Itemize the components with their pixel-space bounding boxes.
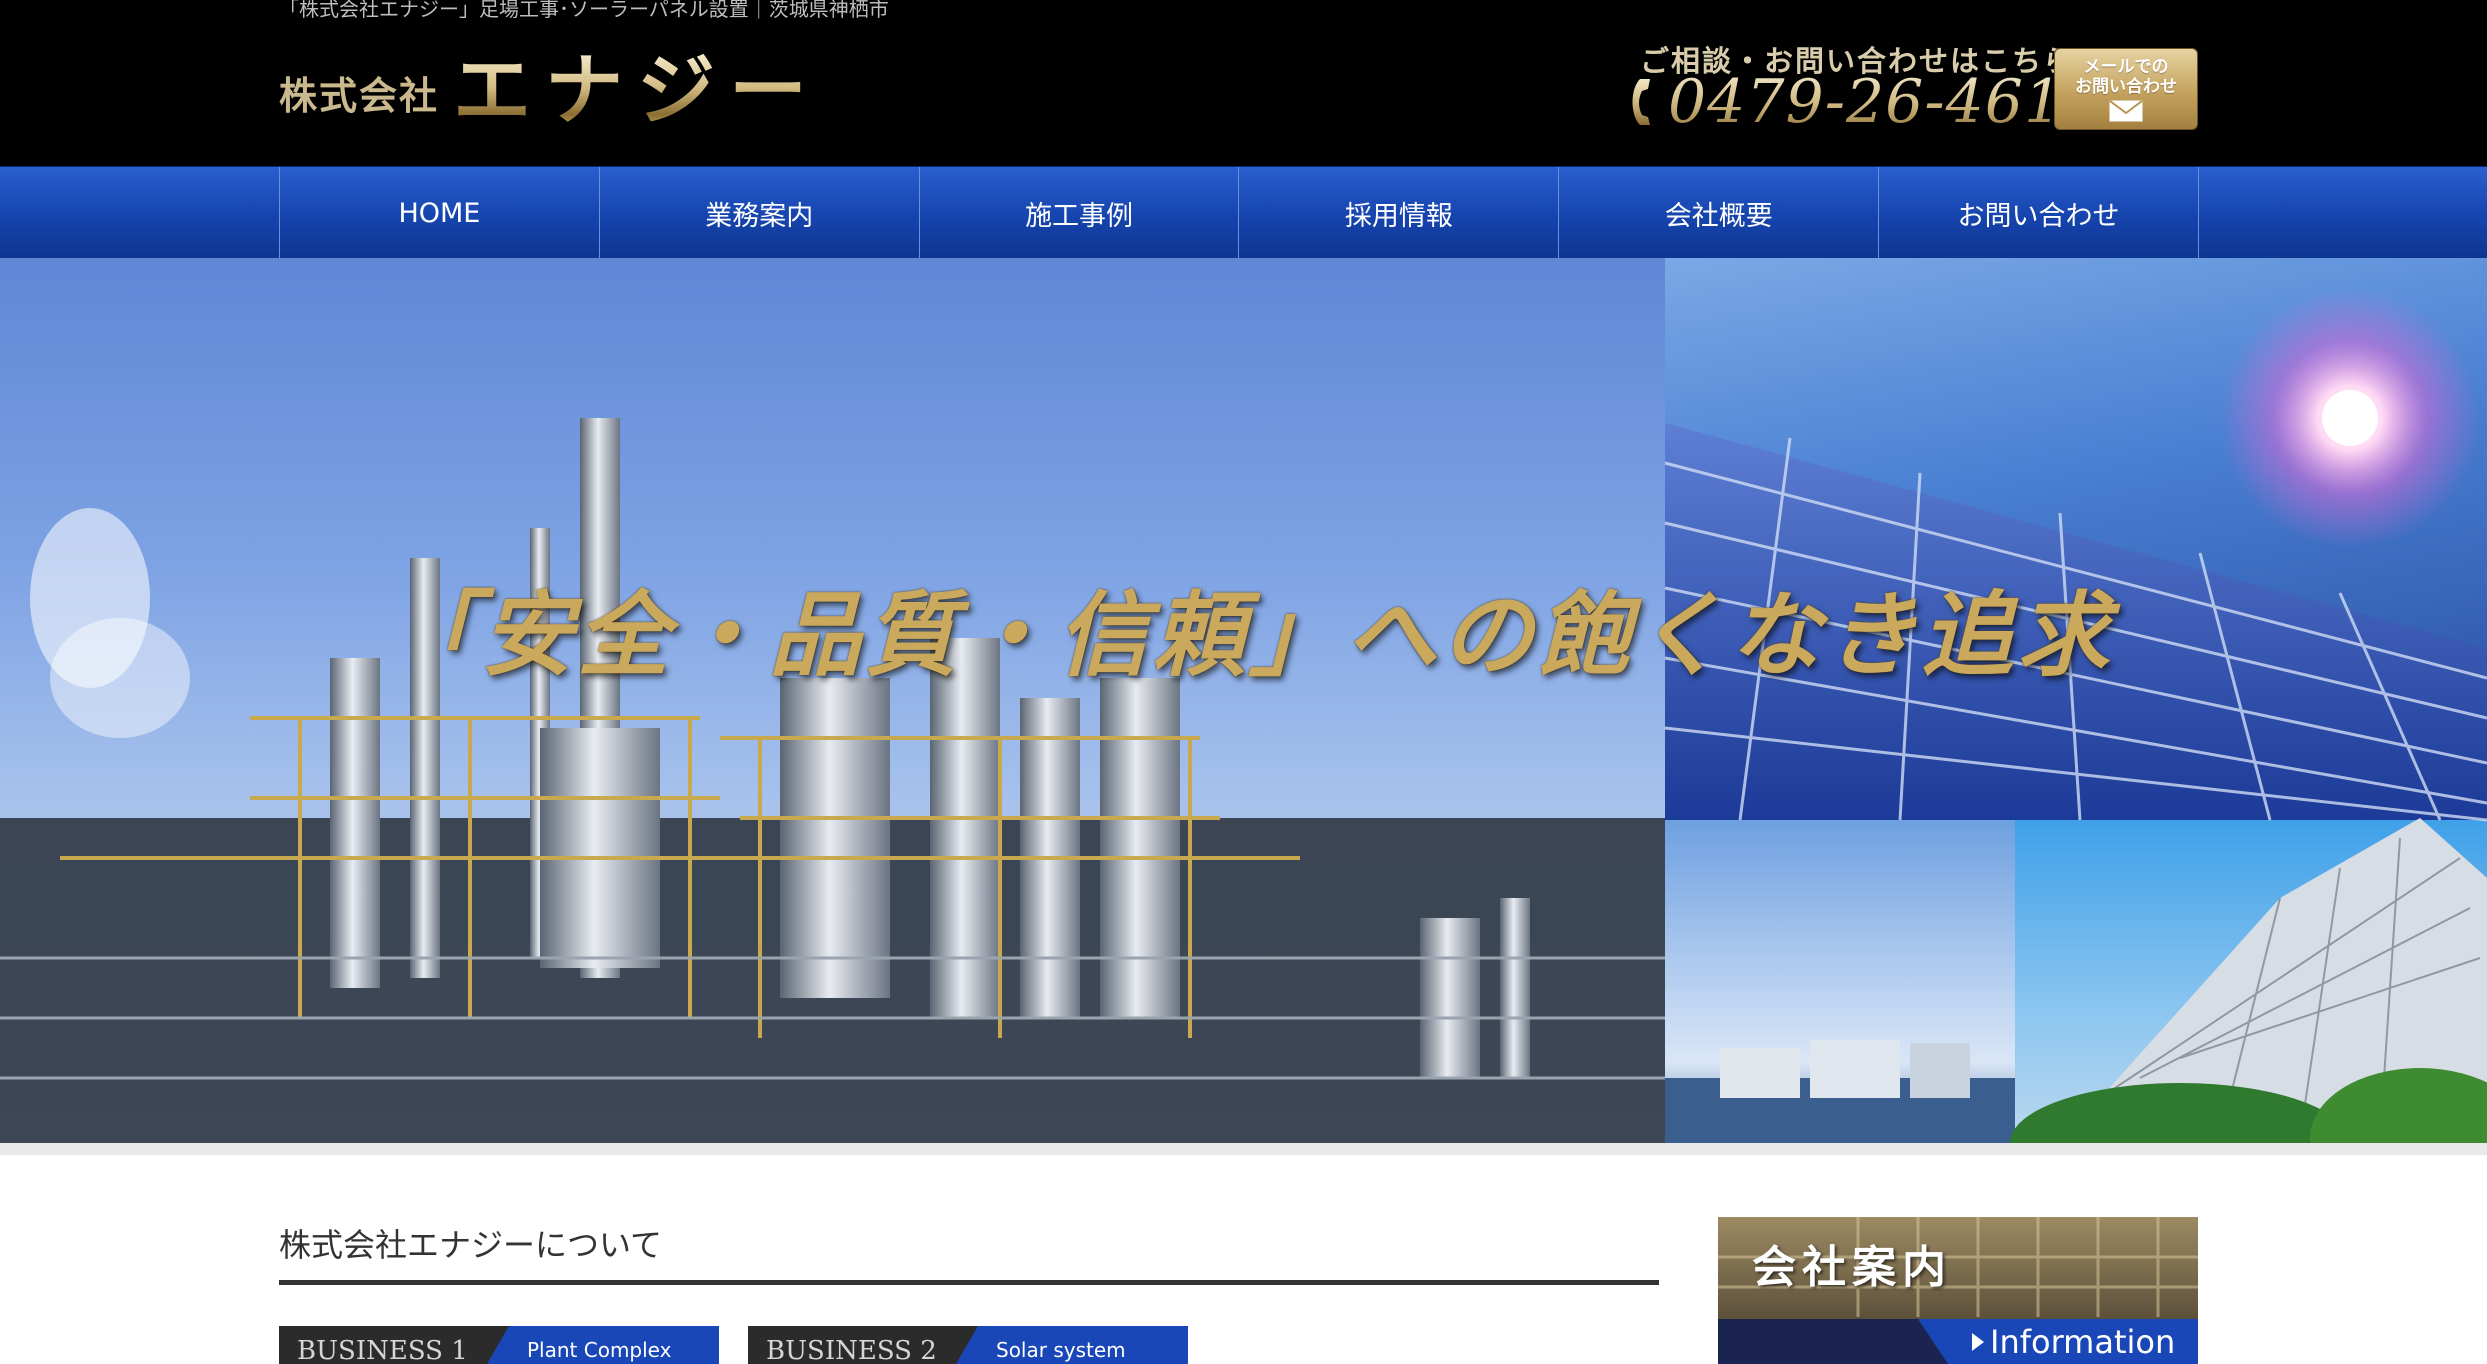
banner-band-dark [1718, 1319, 1948, 1364]
business-2-sub: Solar system [956, 1326, 1188, 1364]
phone-number-link[interactable]: 0479-26-4615 [1626, 70, 2102, 134]
phone-number: 0479-26-4615 [1668, 67, 2103, 137]
company-info-banner[interactable]: 会社案内 Information [1718, 1217, 2198, 1364]
business-2-label: BUSINESS 2 [748, 1326, 978, 1364]
section-divider [279, 1280, 1659, 1285]
business-1-label: BUSINESS 1 [279, 1326, 509, 1364]
nav-item-home[interactable]: HOME [280, 167, 600, 259]
site-tagline: 「株式会社エナジー」足場工事･ソーラーパネル設置｜茨城県神栖市 [279, 0, 889, 21]
mail-button-line2: お問い合わせ [2075, 76, 2177, 97]
hero-banner: 「安全・品質・信頼」への飽くなき追求 [0, 258, 2487, 1143]
envelope-icon [2109, 99, 2143, 121]
nav-item-recruit[interactable]: 採用情報 [1239, 167, 1560, 259]
mail-contact-button[interactable]: メールでの お問い合わせ [2054, 48, 2198, 130]
banner-title: 会社案内 [1752, 1242, 1952, 1293]
nav-item-company[interactable]: 会社概要 [1559, 167, 1880, 259]
mail-button-line1: メールでの [2083, 56, 2169, 77]
hero-headline: 「安全・品質・信頼」への飽くなき追求 [385, 581, 2114, 689]
logo-main-text: エナジー [453, 45, 822, 136]
banner-subtitle: Information [1990, 1323, 2176, 1361]
nav-item-services[interactable]: 業務案内 [600, 167, 920, 259]
main-nav-items: HOME 業務案内 施工事例 採用情報 会社概要 お問い合わせ [279, 167, 2199, 259]
site-header: 「株式会社エナジー」足場工事･ソーラーパネル設置｜茨城県神栖市 株式会社 エナジ… [0, 0, 2487, 166]
site-logo[interactable]: 株式会社 エナジー [279, 52, 821, 130]
hero-bottom-strip [0, 1143, 2487, 1155]
logo-prefix: 株式会社 [279, 73, 440, 118]
nav-item-works[interactable]: 施工事例 [920, 167, 1240, 259]
nav-item-contact[interactable]: お問い合わせ [1879, 167, 2199, 259]
triangle-right-icon [1972, 1333, 1984, 1351]
about-section-title: 株式会社エナジーについて [279, 1226, 663, 1264]
business-2-banner[interactable]: BUSINESS 2 Solar system [748, 1326, 1188, 1364]
phone-icon [1632, 79, 1650, 125]
business-1-banner[interactable]: BUSINESS 1 Plant Complex [279, 1326, 719, 1364]
main-nav: HOME 業務案内 施工事例 採用情報 会社概要 お問い合わせ [0, 166, 2487, 259]
business-1-sub: Plant Complex [487, 1326, 719, 1364]
hero-illustration [0, 288, 2487, 1143]
